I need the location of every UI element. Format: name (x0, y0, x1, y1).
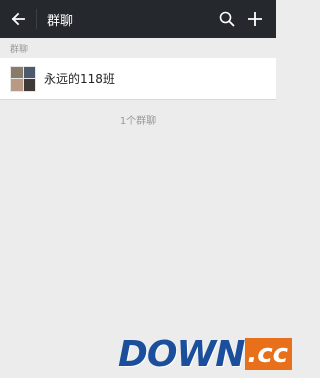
watermark-suffix: .cc (245, 338, 293, 370)
group-list-item[interactable]: 永远的118班 (0, 58, 276, 100)
section-header: 群聊 (0, 38, 276, 58)
back-button[interactable] (0, 0, 36, 38)
search-icon (219, 11, 235, 27)
header-divider (36, 9, 37, 29)
plus-icon (248, 12, 262, 26)
group-count: 1个群聊 (119, 116, 157, 127)
add-button[interactable] (240, 0, 270, 38)
page-title: 群聊 (47, 13, 74, 29)
top-bar: 群聊 (0, 0, 276, 38)
group-name: 永远的118班 (44, 72, 115, 86)
watermark-logo: DOWN .cc (118, 333, 293, 375)
search-button[interactable] (214, 0, 240, 38)
back-arrow-icon (11, 12, 25, 26)
watermark-main: DOWN (118, 333, 245, 375)
group-avatar (10, 65, 36, 92)
